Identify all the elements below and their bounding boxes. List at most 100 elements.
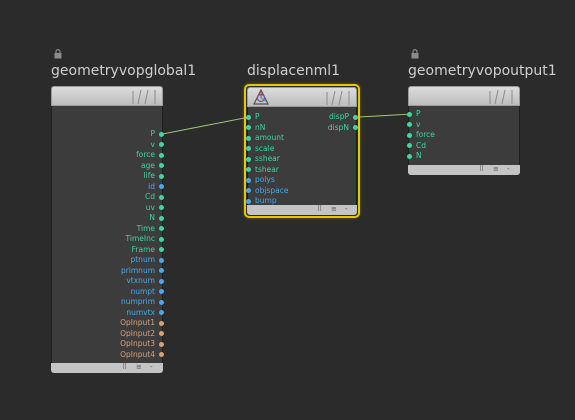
output-port-n[interactable]: N [52,213,164,224]
input-port-objspace[interactable]: objspace [246,186,356,197]
node-footer[interactable]: ⠿ ≡ ‐ [247,205,357,215]
output-port-v[interactable]: v [52,140,164,151]
port-label: TimeInc [125,234,155,243]
node-header[interactable] [408,86,520,106]
node-flags-icon[interactable] [131,89,157,105]
input-port-cd[interactable]: Cd [407,141,519,152]
input-port-v[interactable]: v [407,119,519,131]
port-label: numvtx [126,307,155,317]
output-port-timeinc[interactable]: TimeInc [52,234,164,245]
output-port-numvtx[interactable]: numvtx [52,307,164,319]
output-connector-icon[interactable] [159,257,164,263]
node-displacenml1[interactable]: displacenml1 PnN amount scale sshear tshear p… [244,63,360,218]
output-port-life[interactable]: life [52,171,164,182]
port-label: vtxnum [126,276,155,285]
output-port-frame[interactable]: Frame [52,245,164,256]
node-header[interactable] [51,86,163,106]
footer-grip-icon[interactable]: ⠿ [479,164,484,174]
output-port-ptnum[interactable]: ptnum [52,255,164,266]
input-connector-icon[interactable] [246,198,251,204]
output-port-age[interactable]: age [52,161,164,172]
output-port-dispp[interactable]: dispP [248,112,358,123]
footer-menu-icon[interactable]: ≡ [493,164,499,174]
node-geometryvopglobal1[interactable]: geometryvopglobal1 Pv force age life id Cd uv N… [51,49,196,373]
node-body: Pv force age life id Cd uv N Time TimeInc Frame ptn… [51,106,164,363]
output-connector-icon[interactable] [159,194,164,200]
output-port-numprim[interactable]: numprim [52,297,164,308]
lock-icon[interactable] [411,49,419,59]
output-port-force[interactable]: force [52,150,164,161]
output-connector-icon[interactable] [159,341,164,347]
input-connector-icon[interactable] [246,156,251,162]
input-connector-icon[interactable] [407,111,412,117]
footer-menu-icon[interactable]: ≡ [331,204,337,214]
output-connector-icon[interactable] [159,173,164,179]
network-editor-canvas[interactable]: geometryvopglobal1 Pv force age life id Cd uv N… [0,0,575,420]
output-port-vtxnum[interactable]: vtxnum [52,276,164,287]
node-flags-icon[interactable] [488,89,514,105]
output-port-opinput2[interactable]: OpInput2 [52,329,164,340]
connection-wire[interactable] [355,113,410,118]
footer-collapse-icon[interactable]: ‐ [150,362,153,372]
port-label: numpt [130,286,155,296]
input-port-amount[interactable]: amount [246,133,356,144]
node-title[interactable]: geometryvopoutput1 [408,62,557,80]
output-port-opinput4[interactable]: OpInput4 [52,350,164,361]
output-port-p[interactable]: P [52,129,164,140]
input-port-list: Pv force Cd N [407,109,519,162]
footer-collapse-icon[interactable]: ‐ [507,164,510,174]
port-label: force [136,150,155,159]
port-label: v [416,119,421,129]
footer-grip-icon[interactable]: ⠿ [122,362,127,372]
output-connector-icon[interactable] [159,236,164,242]
output-port-opinput1[interactable]: OpInput1 [52,318,164,329]
input-port-n[interactable]: N [407,151,519,162]
output-port-cd[interactable]: Cd [52,192,164,203]
output-port-numpt[interactable]: numpt [52,286,164,298]
input-connector-icon[interactable] [407,132,412,138]
output-connector-icon[interactable] [159,278,164,284]
port-label: uv [145,202,155,212]
input-connector-icon[interactable] [246,188,251,194]
input-port-tshear[interactable]: tshear [246,165,356,176]
output-connector-icon[interactable] [159,152,164,158]
output-port-opinput3[interactable]: OpInput3 [52,339,164,350]
node-footer[interactable]: ⠿ ≡ ‐ [51,363,163,373]
port-label: P [150,129,155,138]
input-connector-icon[interactable] [246,146,251,152]
output-connector-icon[interactable] [159,320,164,326]
node-header[interactable] [247,87,357,107]
output-connector-icon[interactable] [159,131,164,137]
input-port-force[interactable]: force [407,130,519,141]
output-connector-icon[interactable] [159,299,164,305]
node-title[interactable]: displacenml1 [247,62,340,80]
node-title[interactable]: geometryvopglobal1 [51,62,196,80]
output-connector-icon[interactable] [159,215,164,221]
footer-collapse-icon[interactable]: ‐ [345,204,348,214]
footer-menu-icon[interactable]: ≡ [136,362,142,372]
input-connector-icon[interactable] [407,143,412,149]
output-port-primnum[interactable]: primnum [52,266,164,277]
port-label: dispP [328,112,349,121]
output-port-id[interactable]: id [52,182,164,193]
input-connector-icon[interactable] [246,135,251,141]
output-port-time[interactable]: Time [52,224,164,235]
input-port-p[interactable]: P [407,109,519,120]
input-connector-icon[interactable] [246,167,251,173]
input-port-scale[interactable]: scale [246,144,356,155]
input-port-polys[interactable]: polys [246,175,356,186]
footer-grip-icon[interactable]: ⠿ [317,204,322,214]
node-flags-icon[interactable] [325,90,351,106]
output-connector-icon[interactable] [353,114,358,120]
output-port-uv[interactable]: uv [52,202,164,214]
input-connector-icon[interactable] [407,122,412,128]
output-connector-icon[interactable] [353,125,358,131]
connection-wire[interactable] [161,116,249,135]
input-connector-icon[interactable] [407,153,412,159]
lock-icon[interactable] [54,49,62,59]
input-port-sshear[interactable]: sshear [246,154,356,165]
output-port-dispn[interactable]: dispN [248,123,358,134]
node-footer[interactable]: ⠿ ≡ ‐ [408,165,520,175]
input-connector-icon[interactable] [246,177,251,183]
node-geometryvopoutput1[interactable]: geometryvopoutput1 Pv force Cd N ⠿ ≡ ‐ [407,49,557,175]
